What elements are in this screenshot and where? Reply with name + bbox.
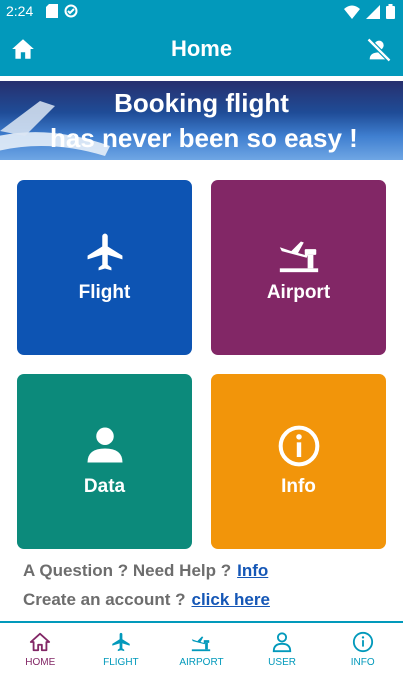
nav-label-user: USER <box>268 657 296 668</box>
info-icon <box>278 425 319 467</box>
nav-label-home: HOME <box>25 657 56 668</box>
person-icon <box>87 427 122 463</box>
airport-tile-label: Airport <box>266 282 331 303</box>
airplane-icon <box>87 233 122 271</box>
account-row: Create an account ? click here <box>23 590 270 610</box>
nav-item-user[interactable]: USER <box>242 623 323 677</box>
help-row: A Question ? Need Help ? Info <box>23 561 268 581</box>
battery-icon <box>386 4 395 19</box>
data-tile[interactable]: Data <box>17 374 192 549</box>
nav-item-home[interactable]: HOME <box>0 623 81 677</box>
create-account-text: Create an account ? <box>23 590 186 609</box>
wifi-icon <box>344 5 360 19</box>
help-question-text: A Question ? Need Help ? <box>23 561 232 580</box>
bottom-navigation: HOME FLIGHT AIRPORT USER INFO <box>0 621 403 677</box>
promo-banner: Booking flight has never been so easy ! <box>0 81 403 160</box>
airport-departures-icon <box>192 636 211 652</box>
status-bar: 2:24 <box>0 0 403 24</box>
banner-line-2: has never been so easy ! <box>50 123 358 153</box>
create-account-link[interactable]: click here <box>192 590 270 609</box>
nav-label-info: INFO <box>350 657 375 668</box>
flight-tile-label: Flight <box>78 282 131 303</box>
airplane-icon <box>112 632 130 652</box>
signal-icon <box>366 4 380 19</box>
info-tile-label: Info <box>281 476 316 497</box>
nav-item-info[interactable]: INFO <box>322 623 403 677</box>
app-bar: Home <box>0 24 403 76</box>
nav-item-flight[interactable]: FLIGHT <box>81 623 162 677</box>
info-tile[interactable]: Info <box>211 374 386 549</box>
info-link[interactable]: Info <box>237 561 268 580</box>
status-time: 2:24 <box>6 3 34 19</box>
nav-label-flight: FLIGHT <box>103 657 139 668</box>
sd-card-icon <box>46 4 58 18</box>
person-icon <box>272 632 292 653</box>
info-icon <box>352 631 373 653</box>
flight-tile[interactable]: Flight <box>17 180 192 355</box>
user-off-icon[interactable] <box>365 36 393 64</box>
sync-icon <box>64 4 78 18</box>
nav-label-airport: AIRPORT <box>179 657 224 668</box>
airport-tile[interactable]: Airport <box>211 180 386 355</box>
page-title: Home <box>170 36 233 61</box>
data-tile-label: Data <box>83 476 126 497</box>
airport-departures-icon <box>279 241 318 273</box>
home-icon <box>30 632 51 652</box>
nav-item-airport[interactable]: AIRPORT <box>161 623 242 677</box>
banner-line-1: Booking flight <box>114 88 289 118</box>
